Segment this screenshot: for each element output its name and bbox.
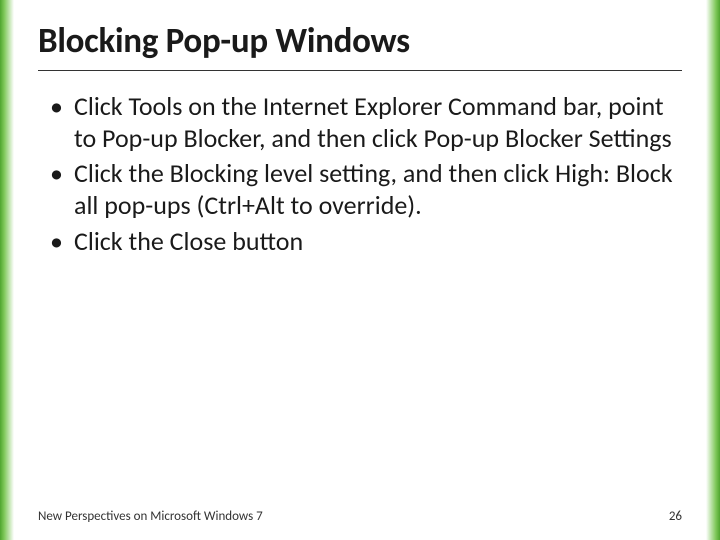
list-item: Click Tools on the Internet Explorer Com… <box>44 91 682 154</box>
list-item: Click the Blocking level setting, and th… <box>44 158 682 221</box>
footer-source: New Perspectives on Microsoft Windows 7 <box>38 509 263 524</box>
slide-footer: New Perspectives on Microsoft Windows 7 … <box>38 509 682 524</box>
left-accent-bar <box>0 0 14 540</box>
right-accent-bar <box>706 0 720 540</box>
bullet-list: Click Tools on the Internet Explorer Com… <box>38 91 682 258</box>
page-number: 26 <box>669 509 682 524</box>
list-item: Click the Close button <box>44 226 682 258</box>
title-underline <box>38 70 682 71</box>
slide-title: Blocking Pop-up Windows <box>38 20 682 68</box>
slide-body: Blocking Pop-up Windows Click Tools on t… <box>14 0 706 540</box>
